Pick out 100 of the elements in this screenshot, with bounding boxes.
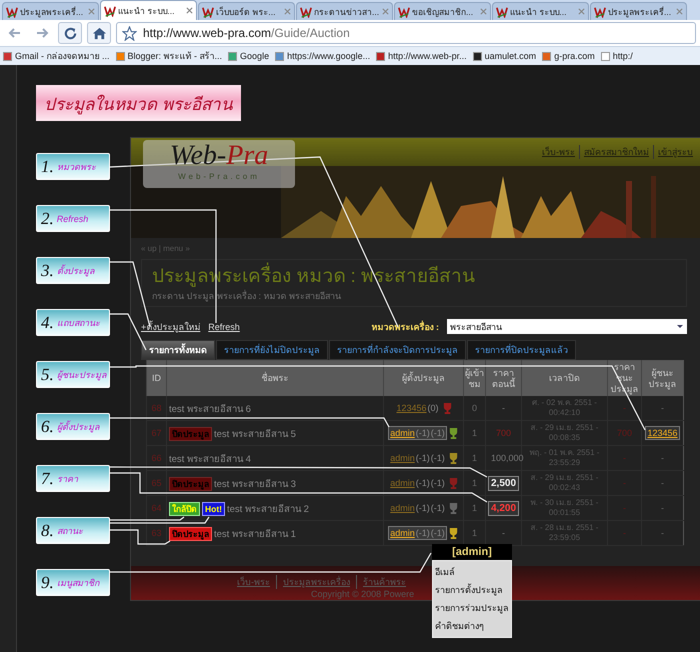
close-icon[interactable] xyxy=(186,7,193,14)
callout-text: ผู้ตั้งประมูล xyxy=(56,420,100,434)
browser-tab[interactable]: แนะนำ ระบบ... xyxy=(492,2,589,20)
filter-tab[interactable]: รายการที่ปิดประมูลแล้ว xyxy=(467,340,576,360)
tab-title: เว็บบอร์ด พระ... xyxy=(216,6,276,18)
action-link[interactable]: +ตั้งประมูลใหม่ xyxy=(141,320,200,334)
table-cell: 68 xyxy=(146,396,166,420)
table-cell: - xyxy=(608,470,642,496)
menu-item[interactable]: รายการตั้งประมูล xyxy=(435,581,509,599)
filter-tab[interactable]: รายการทั้งหมด xyxy=(141,340,215,360)
seller-chip[interactable]: 123456(0) xyxy=(394,400,441,415)
site-favicon-icon xyxy=(594,6,606,18)
site-favicon-icon xyxy=(398,6,410,18)
callout-number: 3. xyxy=(41,260,54,280)
status-badge: ใกล้ปิด xyxy=(169,502,200,516)
callout-number: 8. xyxy=(41,520,54,540)
browser-tab[interactable]: เว็บบอร์ด พระ... xyxy=(198,2,295,20)
callout-text: Refresh xyxy=(56,214,88,224)
copyright-text: Copyright © 2008 Powere xyxy=(311,589,414,599)
table-cell: 1 xyxy=(464,470,486,496)
price-value: 2,500 xyxy=(488,476,520,490)
seller-chip[interactable]: admin(-1)(-1) xyxy=(388,476,447,490)
status-badge: ปิดประมูล xyxy=(169,476,212,490)
action-link[interactable]: Refresh xyxy=(208,322,240,332)
seller-chip[interactable]: admin(-1)(-1) xyxy=(388,426,447,440)
bookmark-icon xyxy=(228,52,238,60)
table-cell: 67 xyxy=(146,420,166,446)
status-badge: ปิดประมูล xyxy=(169,426,212,440)
menu-item[interactable]: รายการร่วมประมูล xyxy=(435,599,509,617)
site-favicon-icon xyxy=(104,4,116,16)
bookmark-icon xyxy=(275,52,284,60)
filter-tab[interactable]: รายการที่กำลังจะปิดการประมูล xyxy=(329,340,466,360)
price-value: - xyxy=(501,527,506,540)
bookmark-item[interactable]: Google xyxy=(228,51,270,61)
browser-tab[interactable]: แนะนำ ระบบ... xyxy=(100,0,197,20)
reload-icon xyxy=(62,26,78,40)
bookmark-item[interactable]: https://www.google... xyxy=(275,51,370,61)
browser-tab[interactable]: ประมูลพระเครื่... xyxy=(590,2,687,20)
seller-chip[interactable]: admin(-1)(-1) xyxy=(388,450,447,465)
column-header: เวลาปิด xyxy=(522,360,608,396)
seller-chip[interactable]: admin(-1)(-1) xyxy=(388,526,447,540)
address-field[interactable]: http://www.web-pra.com/Guide/Auction xyxy=(116,22,696,44)
seller-chip[interactable]: admin(-1)(-1) xyxy=(388,500,447,515)
price-value: - xyxy=(501,402,506,415)
bookmark-item[interactable]: uamulet.com xyxy=(472,51,536,61)
table-cell: - xyxy=(608,396,642,420)
column-header: ผู้ชนะประมูล xyxy=(642,360,684,396)
winner-value: - xyxy=(661,453,664,463)
bookmark-icon xyxy=(600,52,610,60)
browser-tab[interactable]: กระดานข่าวสา... xyxy=(296,2,393,20)
close-icon[interactable] xyxy=(578,8,585,15)
home-button[interactable] xyxy=(87,22,111,44)
price-value: 700 xyxy=(494,427,512,440)
callout-text: ผู้ชนะประมูล xyxy=(56,368,107,382)
bookmark-item[interactable]: Gmail - กล่องจดหมาย ... xyxy=(3,49,110,63)
close-icon[interactable] xyxy=(480,8,487,15)
site-favicon-icon xyxy=(496,6,508,18)
site-favicon-icon xyxy=(300,6,312,18)
tab-title: กระดานข่าวสา... xyxy=(314,6,380,18)
bookmark-item[interactable]: Blogger: พระแท้ - สร้า... xyxy=(116,49,222,63)
item-link[interactable]: test พระสายอีสาน 2 xyxy=(227,504,309,514)
callout-text: ราคา xyxy=(56,472,78,486)
menu-item[interactable]: อีเมล์ xyxy=(435,563,509,581)
close-icon[interactable] xyxy=(676,8,683,15)
table-cell: 64 xyxy=(146,496,166,520)
callout-text: ตั้งประมูล xyxy=(56,264,95,278)
browser-tab[interactable]: ขอเชิญสมาชิก... xyxy=(394,2,491,20)
item-link[interactable]: test พระสายอีสาน 1 xyxy=(214,528,296,540)
item-link[interactable]: test พระสายอีสาน 6 xyxy=(169,404,251,414)
close-icon[interactable] xyxy=(284,8,291,15)
menu-title: [admin] xyxy=(451,545,493,560)
bookmark-icon xyxy=(472,52,482,60)
home-icon xyxy=(92,26,106,40)
leader-line xyxy=(110,529,170,545)
site-favicon-icon xyxy=(6,6,18,18)
item-link[interactable]: test พระสายอีสาน 5 xyxy=(214,428,296,440)
callout-number: 6. xyxy=(41,416,54,436)
page-subheading: กระดาน ประมูล พระเครื่อง : หมวด พระสายอีสาน xyxy=(152,289,342,303)
browser-tab[interactable]: ประมูลพระเครื่... xyxy=(2,2,99,20)
close-icon[interactable] xyxy=(382,8,389,15)
site-favicon-icon xyxy=(202,6,214,18)
bookmark-item[interactable]: g-pra.com xyxy=(542,51,595,61)
table-cell: 700 xyxy=(608,420,642,446)
callout-text: หมวดพระ xyxy=(56,160,96,174)
item-link[interactable]: test พระสายอีสาน 3 xyxy=(214,478,296,490)
title-banner: ประมูลในหมวด พระอีสาน xyxy=(36,85,241,121)
tab-title: แนะนำ ระบบ... xyxy=(510,6,568,18)
bookmark-item[interactable]: http://www.web-pr... xyxy=(376,51,467,61)
reload-button[interactable] xyxy=(58,22,82,44)
callout-number: 7. xyxy=(41,468,54,488)
callout-number: 5. xyxy=(41,364,54,384)
close-icon[interactable] xyxy=(88,8,95,15)
item-link[interactable]: test พระสายอีสาน 4 xyxy=(169,454,251,464)
callout-text: เมนูสมาชิก xyxy=(56,576,99,590)
category-select[interactable]: พระสายอีสาน xyxy=(447,319,687,334)
filter-tab[interactable]: รายการที่ยังไม่ปิดประมูล xyxy=(216,340,328,360)
column-header: ราคาตอนนี้ xyxy=(486,360,522,396)
bookmark-item[interactable]: http:/ xyxy=(600,51,633,61)
menu-item[interactable]: คำติชมต่างๆ xyxy=(435,617,509,635)
star-icon[interactable] xyxy=(122,26,137,40)
